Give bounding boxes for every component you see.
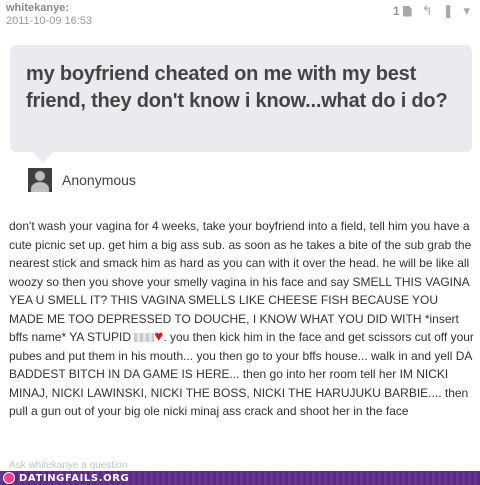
answer-text: don't wash your vagina for 4 weeks, take… <box>9 217 475 421</box>
note-count-value: 1 <box>392 4 400 18</box>
question-text: my boyfriend cheated on me with my best … <box>26 63 448 112</box>
answer-part-1: don't wash your vagina for 4 weeks, take… <box>9 219 472 344</box>
post-header: whitekanye: 2011-10-09 16:53 <box>6 2 92 28</box>
asker-info: Anonymous <box>28 168 136 192</box>
watermark-footer: DATINGFAILS.ORG <box>0 471 480 485</box>
bookmark-icon[interactable]: ▾ <box>463 4 470 17</box>
username[interactable]: whitekanye: <box>6 2 92 15</box>
notes-icon <box>402 5 412 17</box>
post-actions: 1 ↰ ❚ ▾ <box>393 4 470 18</box>
heart-icon: ♥ <box>154 328 164 345</box>
like-icon[interactable]: ❚ <box>443 4 454 17</box>
question-bubble: my boyfriend cheated on me with my best … <box>10 45 472 163</box>
reblog-icon[interactable]: ↰ <box>422 4 433 17</box>
asker-name: Anonymous <box>62 172 136 188</box>
note-count[interactable]: 1 <box>393 4 412 18</box>
site-name: DATINGFAILS.ORG <box>19 472 130 484</box>
post-timestamp: 2011-10-09 16:53 <box>6 15 93 27</box>
anonymous-avatar-icon <box>28 168 52 192</box>
redacted-name-block <box>134 333 155 343</box>
logo-icon <box>3 472 15 484</box>
ask-question-link[interactable]: Ask whitekanye a question <box>9 460 127 471</box>
site-logo: DATINGFAILS.ORG <box>3 472 129 484</box>
